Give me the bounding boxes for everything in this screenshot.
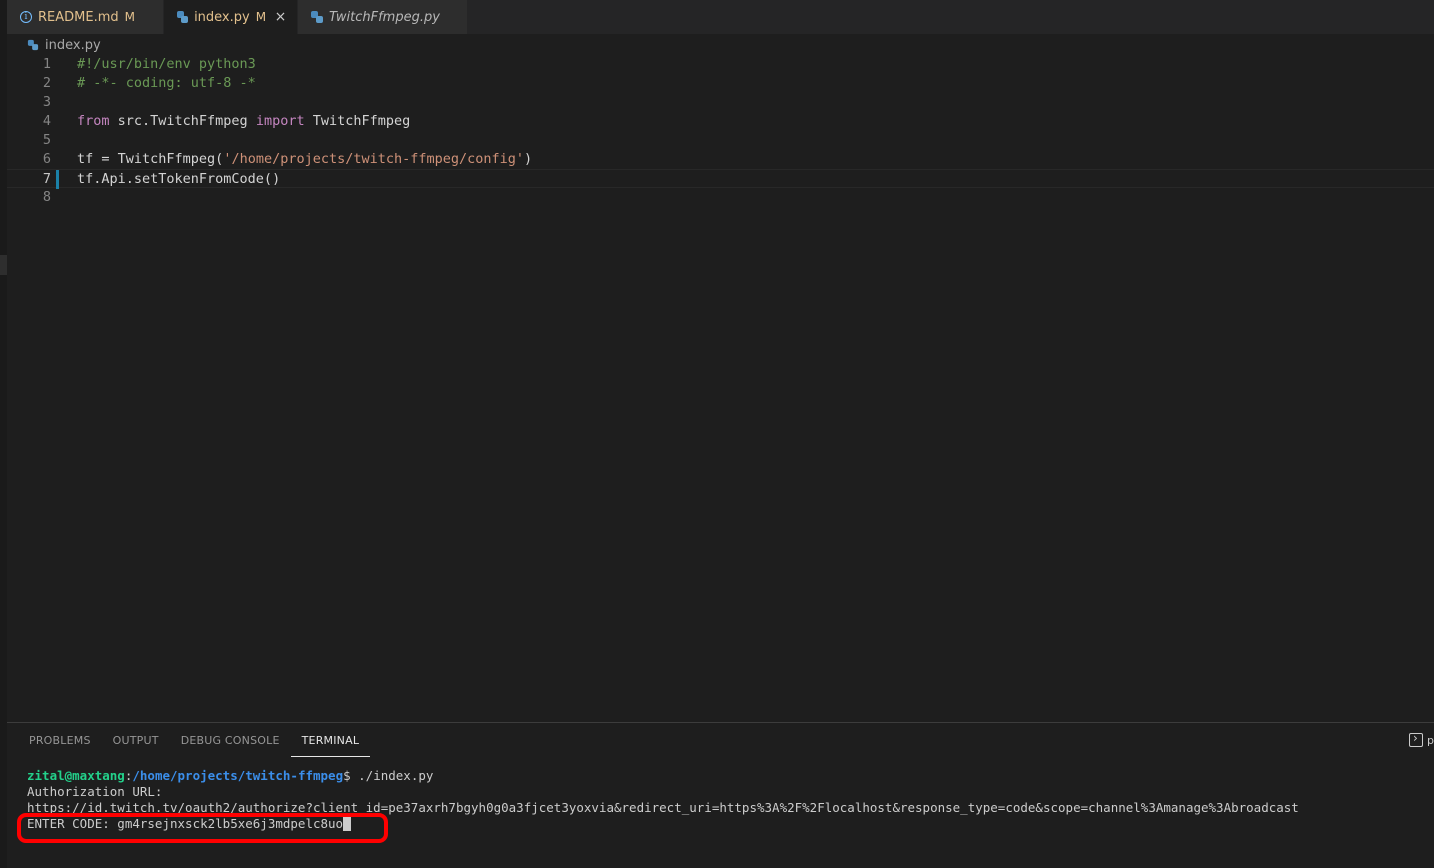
- python-file-icon: [311, 11, 323, 23]
- modified-gutter-marker: [56, 170, 59, 189]
- keyword-token: import: [255, 113, 305, 129]
- modified-badge: M: [255, 10, 267, 24]
- vscode-window: i README.md M index.py M × TwitchFfmpeg.…: [0, 0, 1434, 868]
- terminal-line: Authorization URL:: [27, 784, 163, 799]
- info-icon: i: [20, 11, 32, 23]
- terminal-name: p: [1427, 733, 1434, 747]
- tab-readme[interactable]: i README.md M: [7, 0, 164, 34]
- tab-twitchffmpeg-py[interactable]: TwitchFfmpeg.py: [298, 0, 468, 34]
- paren-token: ): [524, 151, 533, 167]
- code-text: tf.Api.setTokenFromCode(): [77, 171, 281, 187]
- tab-label: index.py: [194, 9, 250, 25]
- close-icon[interactable]: ×: [274, 9, 287, 25]
- code-editor[interactable]: 1 #!/usr/bin/env python3 2 # -*- coding:…: [7, 55, 1434, 715]
- code-line: 4 from src.TwitchFfmpeg import TwitchFfm…: [7, 112, 1434, 131]
- terminal-icon: [1409, 731, 1424, 747]
- tab-index-py[interactable]: index.py M ×: [164, 0, 298, 34]
- tab-output[interactable]: OUTPUT: [102, 733, 170, 757]
- code-line: 2 # -*- coding: utf-8 -*: [7, 74, 1434, 93]
- keyword-token: from: [77, 113, 110, 129]
- red-highlight-annotation: [17, 813, 388, 843]
- code-line: 6 tf = TwitchFfmpeg('/home/projects/twit…: [7, 150, 1434, 169]
- string-token: '/home/projects/twitch-ffmpeg/config': [223, 151, 525, 167]
- code-line: 1 #!/usr/bin/env python3: [7, 55, 1434, 74]
- line-number: 5: [42, 132, 51, 148]
- code-text: # -*- coding: utf-8 -*: [77, 75, 256, 91]
- bottom-panel: PROBLEMS OUTPUT DEBUG CONSOLE TERMINAL p…: [7, 722, 1434, 868]
- call-token: tf = TwitchFfmpeg(: [77, 151, 224, 167]
- code-text: #!/usr/bin/env python3: [77, 56, 256, 72]
- python-file-icon: [27, 39, 39, 51]
- tab-label: README.md: [38, 9, 119, 25]
- module-token: src.TwitchFfmpeg: [109, 113, 256, 129]
- tab-problems[interactable]: PROBLEMS: [29, 733, 102, 757]
- line-number: 2: [42, 75, 51, 91]
- code-line: 3: [7, 93, 1434, 112]
- tab-terminal[interactable]: TERMINAL: [290, 733, 371, 757]
- breadcrumb[interactable]: index.py: [27, 36, 101, 54]
- breadcrumb-file[interactable]: index.py: [45, 38, 101, 53]
- modified-badge: M: [124, 10, 135, 24]
- code-text: tf = TwitchFfmpeg('/home/projects/twitch…: [77, 150, 532, 169]
- line-number: 4: [42, 113, 51, 129]
- line-number: 6: [42, 151, 51, 167]
- prompt-user-host: zital@maxtang: [27, 768, 125, 783]
- code-line-current: 7 tf.Api.setTokenFromCode(): [7, 169, 1434, 189]
- terminal-selector[interactable]: p: [1409, 731, 1434, 747]
- prompt-path: /home/projects/twitch-ffmpeg: [132, 768, 344, 783]
- panel-tab-bar: PROBLEMS OUTPUT DEBUG CONSOLE TERMINAL: [29, 733, 371, 757]
- python-file-icon: [177, 11, 189, 23]
- code-line: 8: [7, 188, 1434, 207]
- line-number: 1: [42, 56, 51, 72]
- tab-label: TwitchFfmpeg.py: [329, 9, 440, 25]
- activity-rail: [0, 0, 7, 868]
- rail-marker: [0, 255, 7, 275]
- editor-tab-strip: i README.md M index.py M × TwitchFfmpeg.…: [7, 0, 1434, 34]
- name-token: TwitchFfmpeg: [304, 113, 411, 129]
- terminal-line: zital@maxtang:/home/projects/twitch-ffmp…: [27, 768, 1434, 784]
- code-text: from src.TwitchFfmpeg import TwitchFfmpe…: [77, 112, 410, 131]
- line-number: 7: [42, 171, 51, 187]
- line-number: 3: [42, 94, 51, 110]
- line-number: 8: [42, 189, 51, 205]
- code-line: 5: [7, 131, 1434, 150]
- tab-debug-console[interactable]: DEBUG CONSOLE: [170, 733, 291, 757]
- prompt-command: $ ./index.py: [343, 768, 434, 783]
